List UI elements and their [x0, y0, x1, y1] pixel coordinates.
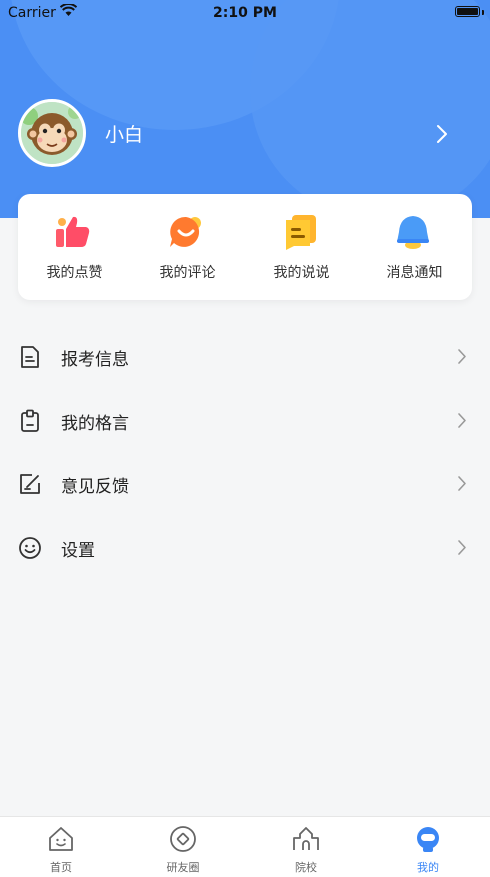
- clipboard-icon: [21, 409, 39, 432]
- profile-icon: [417, 827, 439, 852]
- menu-item-motto[interactable]: 我的格言: [0, 389, 490, 453]
- quick-action-label: 我的评论: [159, 265, 216, 281]
- avatar[interactable]: [18, 99, 86, 167]
- tab-label: 研友圈: [166, 861, 200, 874]
- comment-bubble-icon: [170, 216, 201, 247]
- bell-icon: [397, 216, 429, 249]
- smiley-icon: [19, 537, 41, 559]
- menu-item-label: 我的格言: [61, 414, 129, 434]
- chevron-right-icon: [458, 540, 466, 555]
- status-time: 2:10 PM: [213, 5, 277, 21]
- document-icon: [21, 346, 39, 368]
- quick-action-notifications[interactable]: 消息通知: [358, 194, 471, 300]
- tab-circle[interactable]: 研友圈: [122, 817, 244, 877]
- chevron-right-icon: [458, 413, 466, 428]
- menu-item-feedback[interactable]: 意见反馈: [0, 452, 490, 516]
- note-icon: [286, 215, 316, 250]
- header-decoration: [250, 0, 490, 218]
- quick-action-label: 我的说说: [273, 265, 330, 281]
- username[interactable]: 小白: [105, 120, 143, 147]
- battery-cap: [482, 10, 484, 15]
- battery-icon: [455, 6, 480, 17]
- circle-icon: [170, 826, 196, 852]
- menu-item-exam-info[interactable]: 报考信息: [0, 325, 490, 389]
- quick-action-label: 我的点赞: [46, 265, 103, 281]
- menu-item-label: 意见反馈: [61, 477, 129, 497]
- quick-action-comments[interactable]: 我的评论: [131, 194, 244, 300]
- menu-item-label: 报考信息: [61, 350, 129, 370]
- chevron-right-icon: [458, 476, 466, 491]
- chevron-right-icon[interactable]: [436, 124, 448, 144]
- menu-item-settings[interactable]: 设置: [0, 516, 490, 580]
- monkey-avatar-icon: [21, 102, 83, 164]
- edit-icon: [20, 474, 40, 494]
- quick-action-likes[interactable]: 我的点赞: [18, 194, 131, 300]
- quick-action-posts[interactable]: 我的说说: [245, 194, 358, 300]
- tab-bar: 首页 研友圈 院校 我的: [0, 816, 490, 877]
- thumbs-up-icon: [56, 216, 90, 247]
- tab-label: 我的: [417, 861, 439, 874]
- chevron-right-icon: [458, 349, 466, 364]
- quick-actions-card: 我的点赞 我的评论 我的说说 消息通知: [18, 194, 472, 300]
- tab-label: 院校: [295, 861, 317, 874]
- home-icon: [49, 827, 73, 851]
- tab-home[interactable]: 首页: [0, 817, 122, 877]
- quick-action-label: 消息通知: [386, 265, 443, 281]
- tab-profile[interactable]: 我的: [367, 817, 489, 877]
- school-icon: [293, 827, 319, 850]
- tab-label: 首页: [50, 861, 72, 874]
- status-bar: Carrier 2:10 PM: [0, 0, 490, 26]
- menu-item-label: 设置: [61, 541, 95, 561]
- tab-school[interactable]: 院校: [245, 817, 367, 877]
